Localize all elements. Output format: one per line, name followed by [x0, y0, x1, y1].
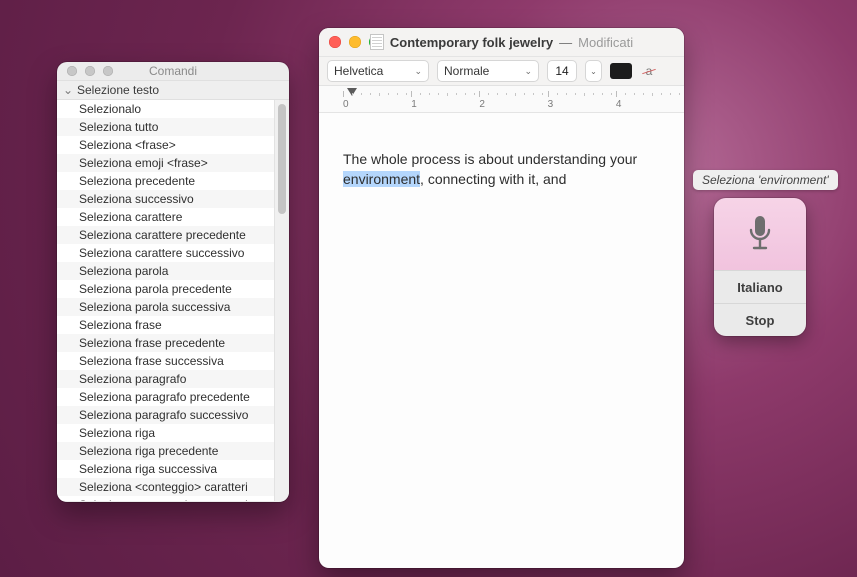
commands-titlebar: Comandi	[57, 62, 289, 80]
chevron-updown-icon: ⌄	[524, 66, 532, 77]
ruler[interactable]: 01234	[319, 86, 684, 113]
voice-language-label: Italiano	[737, 280, 783, 295]
font-style-value: Normale	[444, 64, 489, 78]
ruler-tick: 3	[548, 99, 616, 110]
commands-window: Comandi ⌄ Selezione testo SelezionaloSel…	[57, 62, 289, 502]
command-row[interactable]: Seleziona emoji <frase>	[57, 154, 274, 172]
minimize-button[interactable]	[349, 36, 361, 48]
commands-section-header[interactable]: ⌄ Selezione testo	[57, 80, 289, 100]
traffic-lights-commands	[57, 66, 113, 76]
ruler-tick: 2	[479, 99, 547, 110]
document-status: Modificati	[578, 35, 633, 50]
command-row[interactable]: Seleziona paragrafo	[57, 370, 274, 388]
font-style-select[interactable]: Normale ⌄	[437, 60, 539, 82]
body-text-before: The whole process is about understanding…	[343, 151, 637, 167]
close-button[interactable]	[67, 66, 77, 76]
ruler-tick: 4	[616, 99, 684, 110]
font-family-value: Helvetica	[334, 64, 383, 78]
commands-list: SelezionaloSeleziona tuttoSeleziona <fra…	[57, 100, 274, 501]
voice-command-tooltip: Seleziona 'environment'	[693, 170, 838, 190]
voice-language-button[interactable]: Italiano	[714, 270, 806, 303]
ruler-tick: 1	[411, 99, 479, 110]
body-text-after: , connecting with it, and	[420, 171, 566, 187]
command-row[interactable]: Seleziona frase successiva	[57, 352, 274, 370]
zoom-button[interactable]	[103, 66, 113, 76]
command-row[interactable]: Seleziona parola successiva	[57, 298, 274, 316]
voice-control-panel: Italiano Stop	[714, 198, 806, 336]
ruler-tick: 0	[343, 99, 411, 110]
minimize-button[interactable]	[85, 66, 95, 76]
chevron-updown-icon: ⌄	[414, 66, 422, 77]
document-title: Contemporary folk jewelry	[390, 35, 553, 50]
voice-stop-label: Stop	[746, 313, 775, 328]
font-family-select[interactable]: Helvetica ⌄	[327, 60, 429, 82]
close-button[interactable]	[329, 36, 341, 48]
scrollbar-thumb[interactable]	[278, 104, 286, 214]
command-row[interactable]: Seleziona riga successiva	[57, 460, 274, 478]
chevron-down-icon: ⌄	[63, 83, 73, 97]
commands-section-title: Selezione testo	[77, 83, 159, 97]
traffic-lights-textedit	[319, 36, 381, 48]
zoom-button[interactable]	[369, 36, 381, 48]
command-row[interactable]: Seleziona riga	[57, 424, 274, 442]
textedit-titlebar: Contemporary folk jewelry — Modificati	[319, 28, 684, 57]
font-size-field[interactable]: 14	[547, 60, 577, 82]
command-row[interactable]: Seleziona frase precedente	[57, 334, 274, 352]
command-row[interactable]: Seleziona paragrafo precedente	[57, 388, 274, 406]
command-row[interactable]: Seleziona carattere successivo	[57, 244, 274, 262]
body-text-selection: environment	[343, 171, 420, 187]
command-row[interactable]: Seleziona carattere precedente	[57, 226, 274, 244]
command-row[interactable]: Seleziona precedente	[57, 172, 274, 190]
command-row[interactable]: Seleziona carattere	[57, 208, 274, 226]
document-body[interactable]: The whole process is about understanding…	[319, 113, 684, 226]
voice-stop-button[interactable]: Stop	[714, 303, 806, 336]
command-row[interactable]: Seleziona tutto	[57, 118, 274, 136]
text-color-swatch[interactable]	[610, 63, 632, 79]
command-row[interactable]: Selezionalo	[57, 100, 274, 118]
command-row[interactable]: Seleziona parola precedente	[57, 280, 274, 298]
font-size-stepper[interactable]: ⌄	[585, 60, 602, 82]
command-row[interactable]: Seleziona <conteggio> caratteri…	[57, 496, 274, 501]
strikethrough-icon[interactable]: a	[640, 62, 658, 80]
command-row[interactable]: Seleziona parola	[57, 262, 274, 280]
font-size-value: 14	[555, 64, 568, 78]
command-row[interactable]: Seleziona successivo	[57, 190, 274, 208]
textedit-window: Contemporary folk jewelry — Modificati H…	[319, 28, 684, 568]
command-row[interactable]: Seleziona riga precedente	[57, 442, 274, 460]
scrollbar[interactable]	[274, 100, 289, 501]
command-row[interactable]: Seleziona frase	[57, 316, 274, 334]
command-row[interactable]: Seleziona <conteggio> caratteri	[57, 478, 274, 496]
command-row[interactable]: Seleziona <frase>	[57, 136, 274, 154]
command-row[interactable]: Seleziona paragrafo successivo	[57, 406, 274, 424]
microphone-icon[interactable]	[714, 198, 806, 270]
textedit-toolbar: Helvetica ⌄ Normale ⌄ 14 ⌄ a	[319, 57, 684, 86]
